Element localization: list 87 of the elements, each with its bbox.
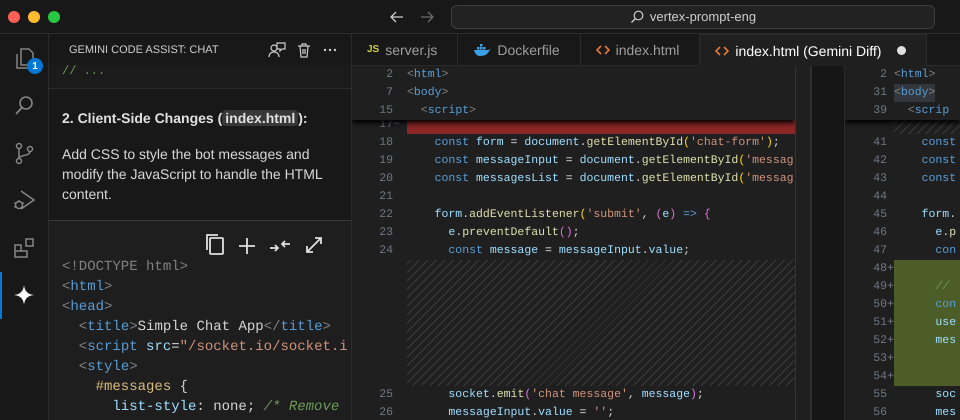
line-number: 21 — [378, 189, 394, 205]
line-number: 43 — [872, 171, 888, 187]
forward-arrow-icon[interactable] — [419, 8, 435, 24]
plus-icon[interactable] — [238, 237, 256, 255]
back-arrow-icon[interactable] — [389, 8, 405, 24]
code-brackets-icon — [596, 44, 610, 56]
code-line: form. — [920, 207, 956, 223]
code-line: messageInput.value = ''; — [447, 405, 614, 420]
line-number: 48+ — [872, 261, 894, 277]
code-line: #messages { — [94, 378, 188, 397]
line-number: 24 — [378, 243, 394, 259]
whale-icon — [473, 44, 492, 56]
code-line: <script> — [420, 103, 476, 119]
line-number: 44 — [872, 189, 888, 205]
line-number: 19 — [378, 153, 394, 169]
editor-tab[interactable]: index.html (Gemini Diff) — [700, 34, 928, 66]
code-line: form.addEventListener('submit', (e) => { — [434, 207, 711, 223]
line-number: 20 — [378, 171, 394, 187]
js-icon: JS — [367, 44, 380, 55]
line-number: 55 — [872, 387, 888, 403]
minimize-window-button[interactable] — [28, 10, 40, 22]
code-line: mes — [934, 405, 956, 420]
code-line: soc — [934, 387, 956, 403]
code-line: const messageInput = document.getElementById('messag — [434, 153, 794, 169]
code-brackets-icon — [715, 44, 730, 56]
copy-icon[interactable] — [205, 233, 225, 255]
line-number: 46 — [872, 225, 888, 241]
code-line: list-style: none; /* Remove — [111, 398, 340, 417]
line-number: 51+ — [872, 315, 894, 331]
search-icon — [630, 10, 644, 24]
code-line: <body> — [407, 85, 448, 101]
line-number: 52+ — [872, 333, 894, 349]
line-number: 56 — [872, 405, 888, 420]
line-number: 7 — [385, 85, 394, 101]
line-number: 49+ — [872, 279, 894, 295]
line-number: 18 — [378, 135, 394, 151]
code-line: const — [920, 171, 956, 187]
maximize-window-button[interactable] — [48, 10, 60, 22]
code-line: const form = document.getElementById('chat-form'); — [434, 135, 780, 151]
line-number: 39 — [872, 103, 888, 119]
added-line-highlight — [894, 260, 960, 278]
notification-badge: 1 — [27, 58, 43, 74]
expand-icon[interactable] — [304, 235, 324, 255]
chat-heading: 2. Client-Side Changes ( index.html ): — [62, 109, 309, 128]
line-number: 25 — [378, 387, 394, 403]
code-line: <scrip — [906, 103, 950, 119]
line-number: 50+ — [872, 297, 894, 313]
run-debug-icon[interactable] — [12, 188, 36, 212]
code-line: socket.emit('chat message', message); — [447, 387, 704, 403]
code-line: <html> — [407, 67, 448, 83]
line-number: 15 — [378, 103, 394, 119]
extensions-icon[interactable] — [12, 236, 36, 260]
code-line: const messagesList = document.getElementById('messag — [434, 171, 794, 187]
code-line: <style> — [78, 358, 138, 377]
line-number: 31 — [872, 85, 888, 101]
line-number: 47 — [872, 243, 888, 259]
code-line: const — [920, 135, 956, 151]
search-field[interactable]: vertex-prompt-eng — [451, 4, 935, 28]
code-line: // ... — [62, 64, 106, 78]
added-line-highlight — [894, 368, 960, 386]
line-number: 26 — [378, 405, 394, 420]
line-number: 2 — [879, 67, 888, 83]
code-line: e.preventDefault(); — [447, 225, 580, 241]
line-number: 53+ — [872, 351, 894, 367]
code-line: const message = messageInput.value; — [447, 243, 690, 259]
line-number: 2 — [385, 67, 394, 83]
line-number: 42 — [872, 153, 888, 169]
code-line: con — [934, 243, 956, 259]
line-number: 41 — [872, 135, 888, 151]
close-window-button[interactable] — [8, 10, 20, 22]
line-number: 45 — [872, 207, 888, 223]
code-line: <html> — [894, 67, 936, 83]
code-line: <script src="/socket.io/socket.i — [78, 338, 348, 357]
code-line: <head> — [62, 298, 112, 317]
line-number: 54+ — [872, 369, 894, 385]
person-comment-icon[interactable] — [268, 40, 286, 58]
code-line: e.p — [934, 225, 956, 241]
line-number: 22 — [378, 207, 394, 223]
code-line: <html> — [62, 278, 112, 297]
editor-tab[interactable]: index.html — [580, 34, 700, 65]
code-line: <title>Simple Chat App</title> — [78, 318, 331, 337]
chat-paragraph: Add CSS to style the bot messages and modify the JavaScript to handle the HTML content. — [62, 145, 324, 204]
trash-icon[interactable] — [296, 42, 312, 58]
code-line: <!DOCTYPE html> — [62, 258, 188, 277]
code-line: const — [920, 153, 956, 169]
line-number: 23 — [378, 225, 394, 241]
panel-title: GEMINI CODE ASSIST: CHAT — [69, 44, 219, 56]
